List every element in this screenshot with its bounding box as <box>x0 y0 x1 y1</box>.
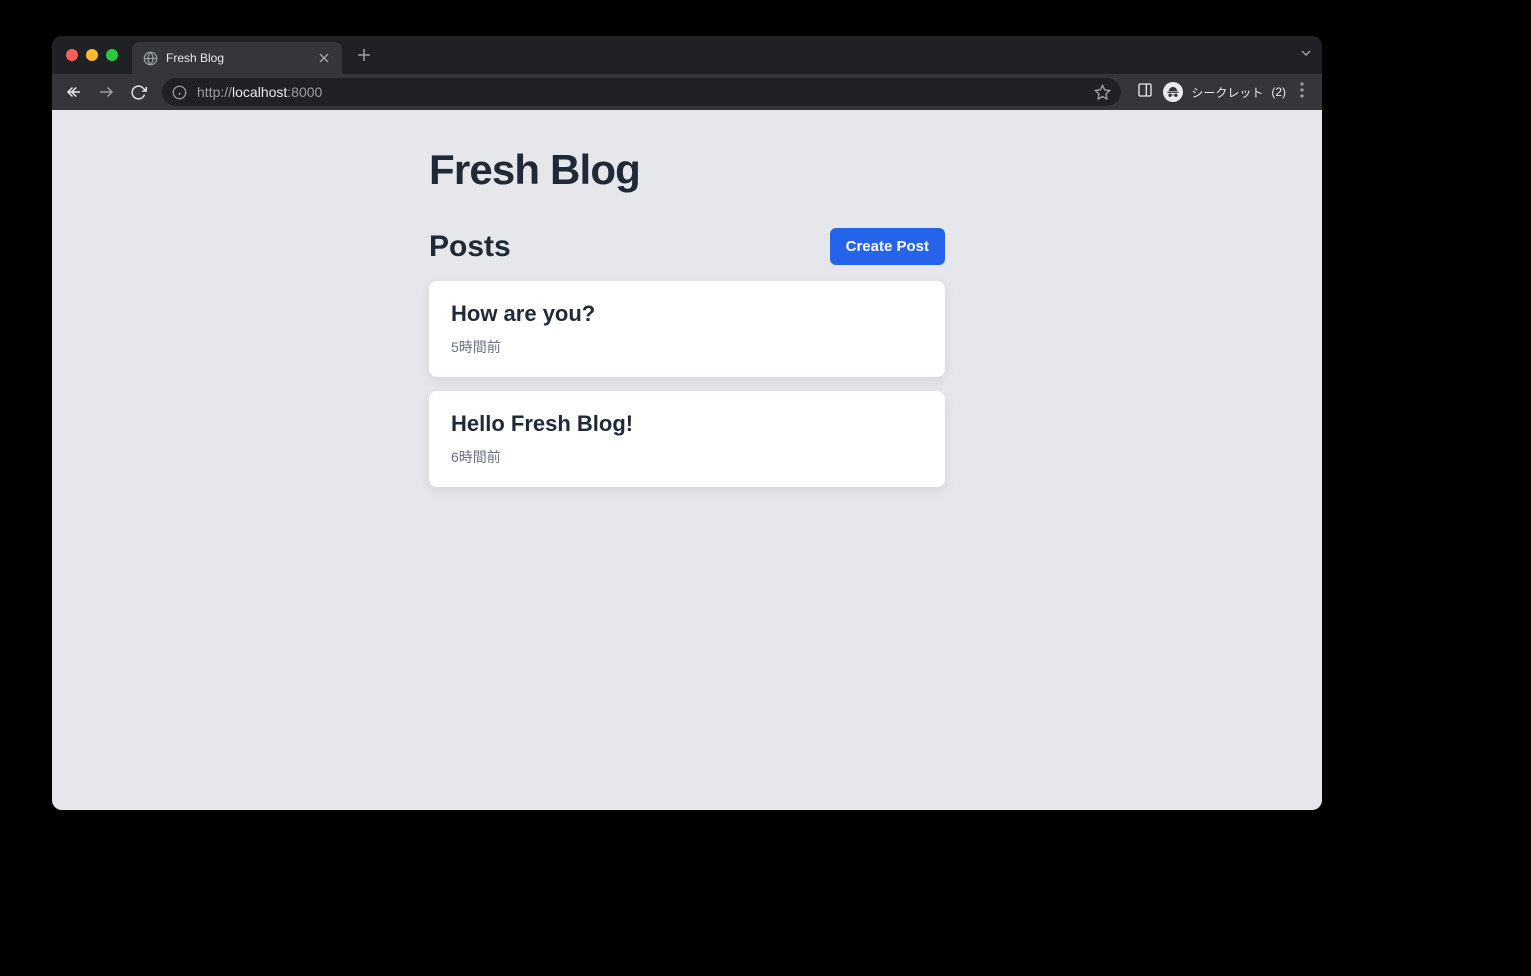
post-title: How are you? <box>451 301 923 327</box>
maximize-window-button[interactable] <box>106 49 118 61</box>
post-card[interactable]: Hello Fresh Blog! 6時間前 <box>429 391 945 487</box>
back-button[interactable] <box>60 78 88 106</box>
url-port: :8000 <box>287 84 322 100</box>
url-scheme: http:// <box>197 84 232 100</box>
address-bar[interactable]: http://localhost:8000 <box>162 78 1121 106</box>
reload-button[interactable] <box>124 78 152 106</box>
close-tab-button[interactable] <box>316 50 332 66</box>
post-title: Hello Fresh Blog! <box>451 411 923 437</box>
incognito-badge[interactable]: シークレット (2) <box>1163 82 1286 102</box>
forward-button[interactable] <box>92 78 120 106</box>
panel-icon[interactable] <box>1137 82 1153 103</box>
post-card[interactable]: How are you? 5時間前 <box>429 281 945 377</box>
globe-icon <box>142 50 158 66</box>
browser-window: Fresh Blog http://localhost: <box>52 36 1322 810</box>
post-timestamp: 5時間前 <box>451 337 923 357</box>
url-host: localhost <box>232 84 287 100</box>
tab-title: Fresh Blog <box>166 51 308 65</box>
create-post-button[interactable]: Create Post <box>830 228 945 265</box>
page-viewport: Fresh Blog Posts Create Post How are you… <box>52 110 1322 810</box>
bookmark-star-icon[interactable] <box>1094 84 1111 101</box>
browser-toolbar: http://localhost:8000 シークレット (2) <box>52 74 1322 110</box>
page-content: Fresh Blog Posts Create Post How are you… <box>429 110 945 537</box>
url-text: http://localhost:8000 <box>197 84 1084 100</box>
posts-heading: Posts <box>429 230 511 264</box>
incognito-icon <box>1163 82 1183 102</box>
new-tab-button[interactable] <box>350 41 378 69</box>
post-timestamp: 6時間前 <box>451 447 923 467</box>
window-controls <box>66 49 118 61</box>
incognito-count: (2) <box>1271 85 1286 99</box>
browser-menu-button[interactable] <box>1296 82 1308 103</box>
tab-bar: Fresh Blog <box>52 36 1322 74</box>
close-window-button[interactable] <box>66 49 78 61</box>
toolbar-right: シークレット (2) <box>1131 82 1314 103</box>
page-title: Fresh Blog <box>429 146 945 194</box>
site-info-icon[interactable] <box>172 85 187 100</box>
minimize-window-button[interactable] <box>86 49 98 61</box>
posts-header: Posts Create Post <box>429 228 945 265</box>
browser-tab[interactable]: Fresh Blog <box>132 42 342 74</box>
tabs-dropdown-button[interactable] <box>1300 46 1312 64</box>
incognito-label: シークレット <box>1191 84 1263 101</box>
